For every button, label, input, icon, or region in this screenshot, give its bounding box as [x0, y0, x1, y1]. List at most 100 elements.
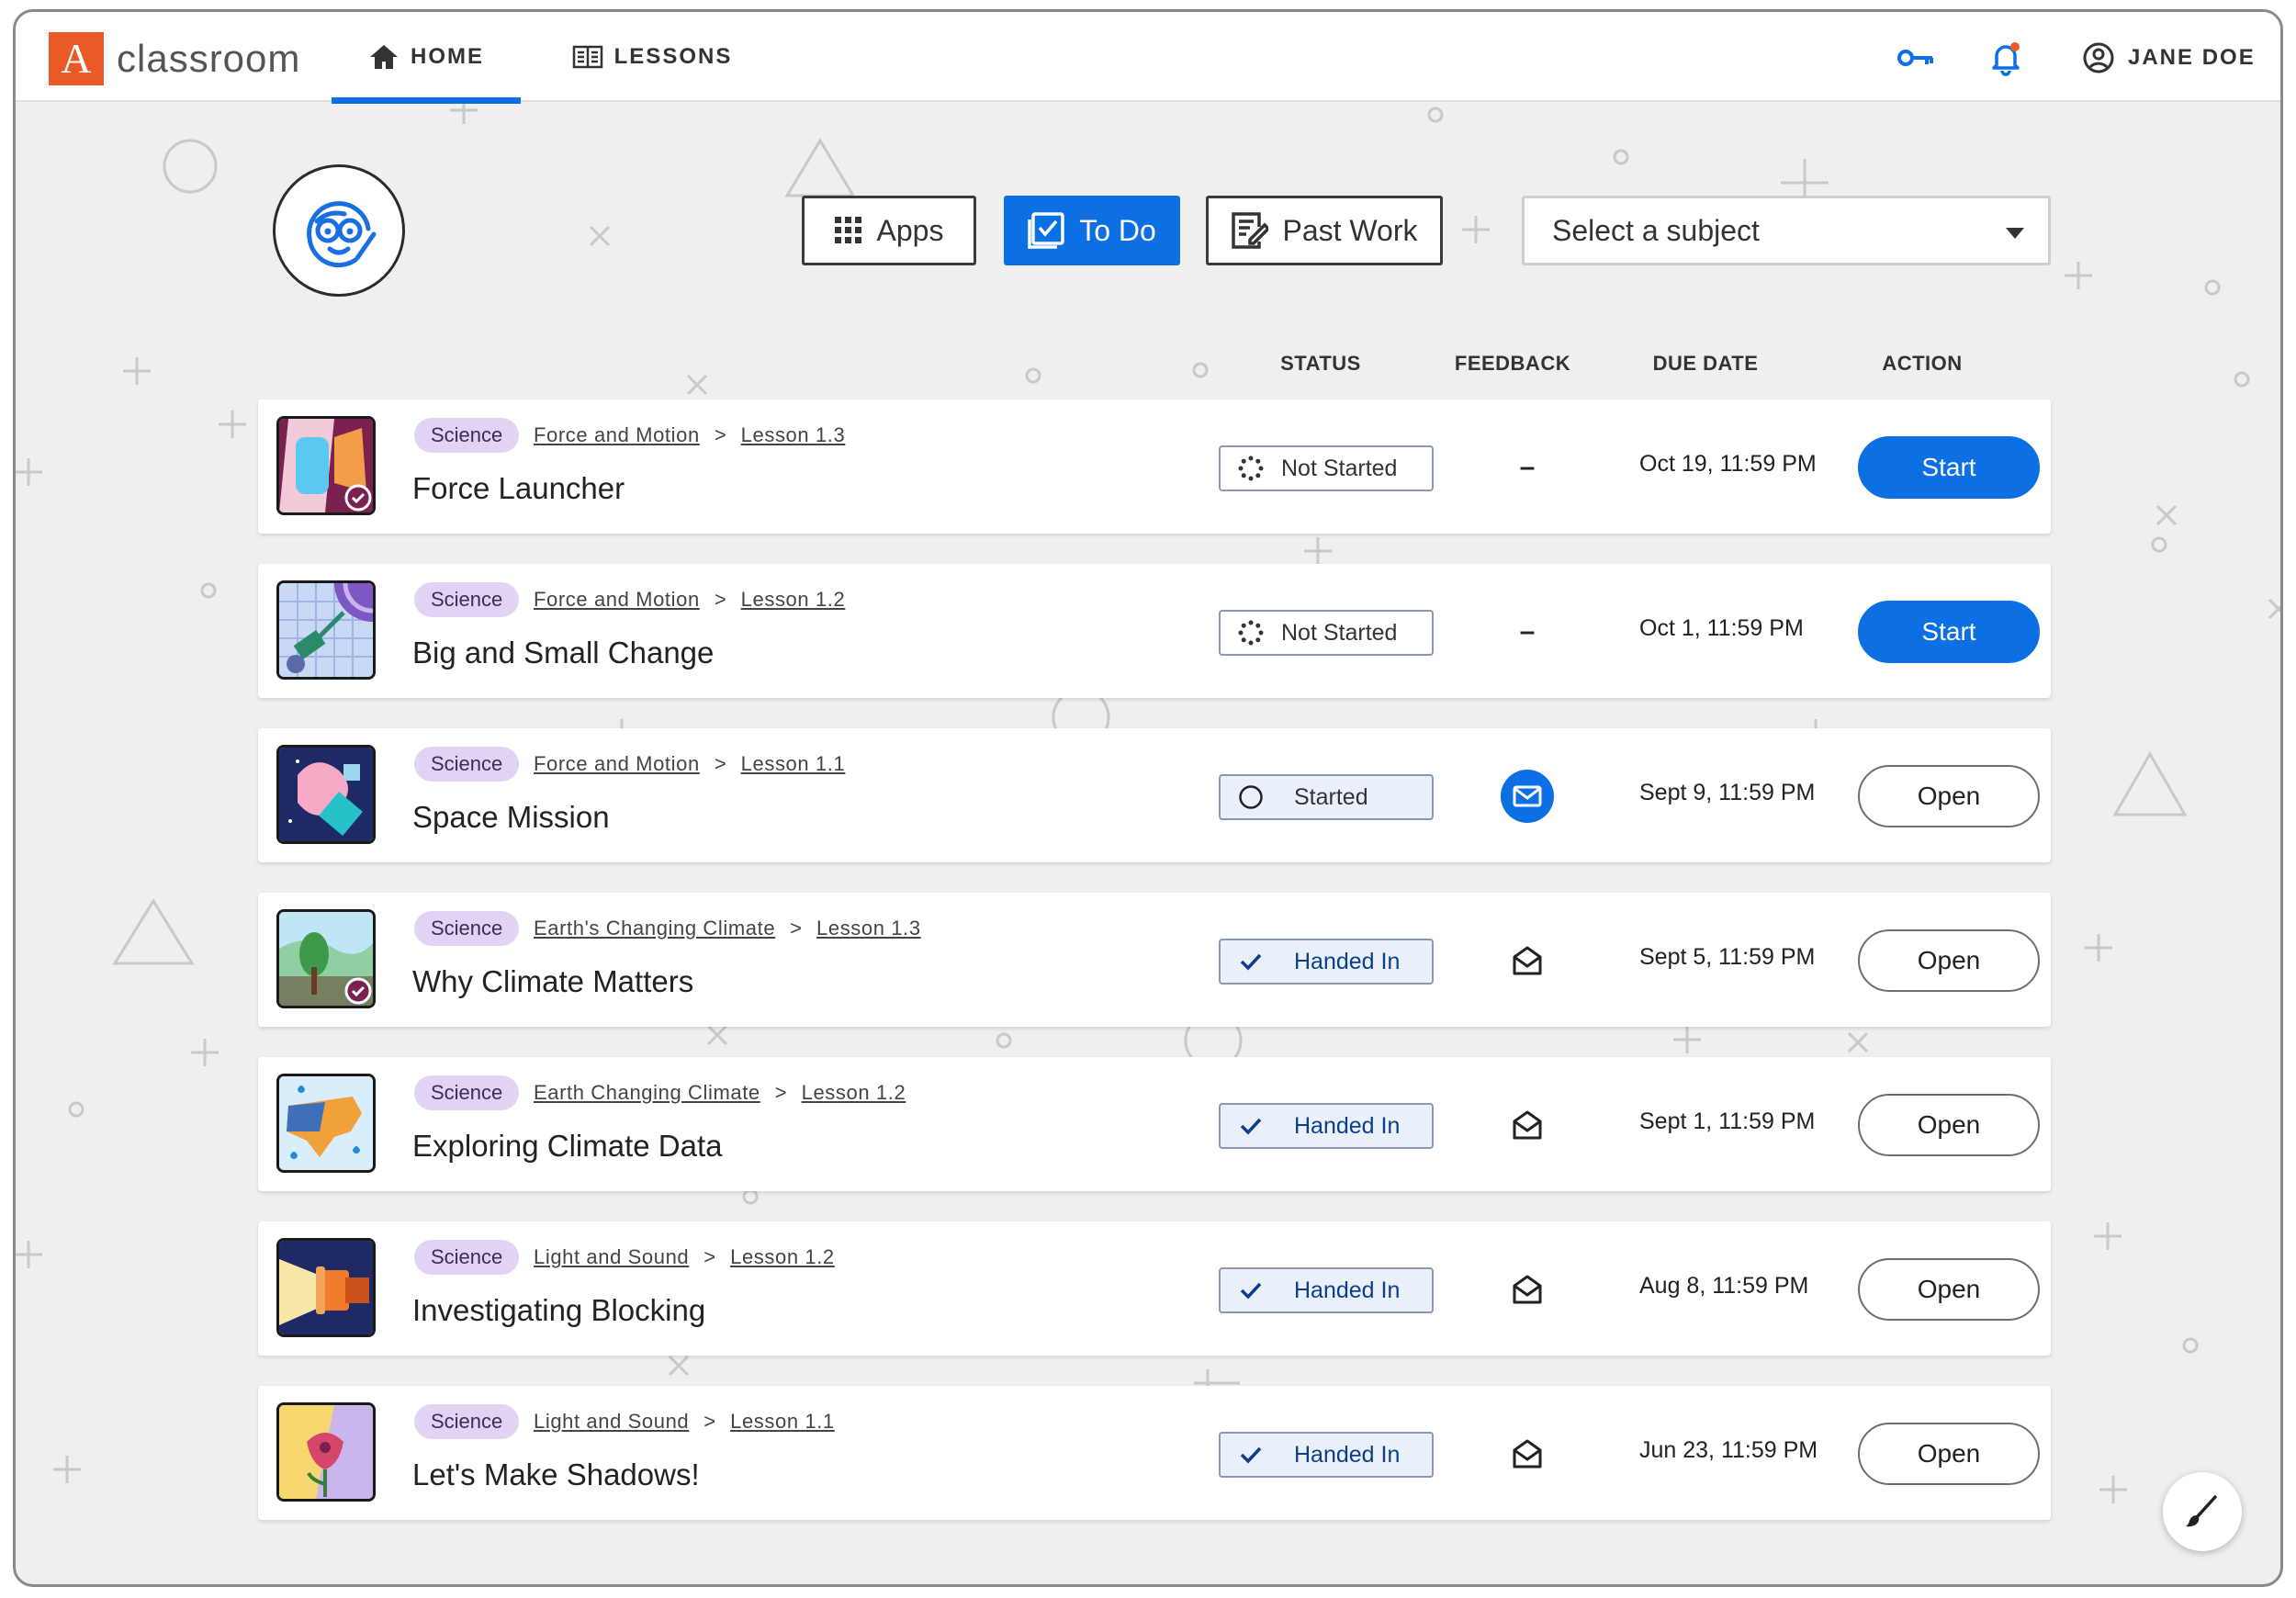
- subject-tag: Science: [414, 747, 520, 782]
- column-header-action: ACTION: [1882, 352, 1963, 375]
- paintbrush-icon: [2186, 1495, 2217, 1527]
- bell-icon[interactable]: [1985, 39, 2027, 76]
- breadcrumb: Earth's Changing Climate > Lesson 1.3: [534, 917, 921, 940]
- column-header-status: STATUS: [1280, 352, 1361, 375]
- breadcrumb-lesson-link[interactable]: Lesson 1.3: [816, 917, 921, 940]
- status-badge: Handed In: [1219, 1432, 1434, 1478]
- start-button[interactable]: Start: [1858, 601, 2040, 663]
- breadcrumb: Earth Changing Climate > Lesson 1.2: [534, 1081, 906, 1105]
- due-date: Jun 23, 11:59 PM: [1639, 1437, 1818, 1463]
- apps-label: Apps: [876, 213, 944, 247]
- breadcrumb-unit-link[interactable]: Earth Changing Climate: [534, 1081, 760, 1105]
- check-icon: [1237, 1441, 1265, 1469]
- book-icon: [572, 45, 602, 69]
- column-header-feedback: FEEDBACK: [1454, 352, 1571, 375]
- mail-open-icon[interactable]: [1500, 1426, 1555, 1481]
- status-badge: Handed In: [1219, 1267, 1434, 1313]
- assignment-row[interactable]: Science Force and Motion > Lesson 1.1 Sp…: [258, 728, 2051, 862]
- breadcrumb-lesson-link[interactable]: Lesson 1.2: [802, 1081, 906, 1105]
- lesson-thumbnail: [276, 745, 376, 844]
- breadcrumb-lesson-link[interactable]: Lesson 1.2: [741, 588, 846, 612]
- progress-dots-icon: [1237, 455, 1265, 482]
- lesson-thumbnail: [276, 1238, 376, 1337]
- mail-open-icon[interactable]: [1500, 1097, 1555, 1153]
- annotate-button[interactable]: [2163, 1472, 2242, 1551]
- logo-mark: A: [49, 32, 104, 85]
- open-button[interactable]: Open: [1858, 1094, 2040, 1156]
- student-avatar[interactable]: [273, 164, 405, 297]
- tab-home[interactable]: HOME: [332, 12, 521, 104]
- avatar-face-icon: [307, 201, 377, 268]
- user-name: JANE DOE: [2128, 45, 2256, 70]
- assignment-row[interactable]: Science Light and Sound > Lesson 1.1 Let…: [258, 1386, 2051, 1520]
- assignment-title: Exploring Climate Data: [412, 1129, 723, 1163]
- grid-icon: [834, 217, 861, 243]
- assignment-row[interactable]: Science Earth's Changing Climate > Lesso…: [258, 893, 2051, 1027]
- mail-new-icon[interactable]: [1500, 769, 1555, 824]
- subject-select[interactable]: Select a subject: [1522, 196, 2051, 265]
- status-badge: Started: [1219, 774, 1434, 820]
- breadcrumb-unit-link[interactable]: Light and Sound: [534, 1245, 689, 1269]
- checklist-icon: [1028, 212, 1064, 249]
- logo-text: classroom: [117, 37, 301, 80]
- status-label: Started: [1294, 783, 1368, 810]
- key-icon[interactable]: [1895, 39, 1937, 76]
- apps-button[interactable]: Apps: [802, 196, 976, 265]
- open-button[interactable]: Open: [1858, 1423, 2040, 1485]
- open-button[interactable]: Open: [1858, 1258, 2040, 1321]
- assignment-row[interactable]: Science Earth Changing Climate > Lesson …: [258, 1057, 2051, 1191]
- breadcrumb-lesson-link[interactable]: Lesson 1.1: [741, 752, 846, 776]
- assignment-row[interactable]: Science Light and Sound > Lesson 1.2 Inv…: [258, 1221, 2051, 1356]
- status-badge: Not Started: [1219, 445, 1434, 491]
- status-label: Not Started: [1281, 455, 1398, 481]
- assignment-row[interactable]: Science Force and Motion > Lesson 1.2 Bi…: [258, 564, 2051, 698]
- due-date: Oct 19, 11:59 PM: [1639, 451, 1817, 477]
- breadcrumb-lesson-link[interactable]: Lesson 1.3: [741, 423, 846, 447]
- status-label: Handed In: [1294, 948, 1401, 974]
- start-button[interactable]: Start: [1858, 436, 2040, 499]
- breadcrumb: Force and Motion > Lesson 1.2: [534, 588, 845, 612]
- mail-open-icon[interactable]: [1500, 933, 1555, 988]
- todo-label: To Do: [1079, 213, 1156, 247]
- tab-home-label: HOME: [411, 44, 484, 69]
- breadcrumb-separator: >: [714, 423, 726, 446]
- breadcrumb: Light and Sound > Lesson 1.1: [534, 1410, 835, 1434]
- mail-open-icon[interactable]: [1500, 1262, 1555, 1317]
- open-button[interactable]: Open: [1858, 765, 2040, 827]
- lesson-thumbnail: [276, 1402, 376, 1502]
- breadcrumb: Force and Motion > Lesson 1.1: [534, 752, 845, 776]
- column-header-due-date: DUE DATE: [1652, 352, 1759, 375]
- breadcrumb-unit-link[interactable]: Earth's Changing Climate: [534, 917, 775, 940]
- past-work-button[interactable]: Past Work: [1206, 196, 1443, 265]
- subject-tag: Science: [414, 582, 520, 617]
- todo-button[interactable]: To Do: [1004, 196, 1180, 265]
- breadcrumb-unit-link[interactable]: Light and Sound: [534, 1410, 689, 1434]
- assignment-row[interactable]: Science Force and Motion > Lesson 1.3 Fo…: [258, 400, 2051, 534]
- breadcrumb-separator: >: [714, 752, 726, 775]
- circle-icon: [1237, 783, 1265, 811]
- app-window: A classroom HOME LESSONS JANE DOE Apps T…: [13, 9, 2283, 1587]
- tab-lessons[interactable]: LESSONS: [556, 12, 748, 102]
- lesson-thumbnail: [276, 580, 376, 680]
- breadcrumb-unit-link[interactable]: Force and Motion: [534, 423, 700, 447]
- user-menu[interactable]: JANE DOE: [2082, 38, 2256, 78]
- breadcrumb-lesson-link[interactable]: Lesson 1.1: [730, 1410, 835, 1434]
- status-badge: Handed In: [1219, 939, 1434, 985]
- assignment-title: Big and Small Change: [412, 636, 715, 670]
- breadcrumb-unit-link[interactable]: Force and Motion: [534, 588, 700, 612]
- subject-tag: Science: [414, 418, 520, 453]
- chevron-down-icon: [2006, 228, 2024, 239]
- assignment-list: Science Force and Motion > Lesson 1.3 Fo…: [258, 400, 2051, 1550]
- subject-tag: Science: [414, 911, 520, 946]
- due-date: Sept 1, 11:59 PM: [1639, 1108, 1816, 1134]
- status-label: Not Started: [1281, 619, 1398, 646]
- breadcrumb-unit-link[interactable]: Force and Motion: [534, 752, 700, 776]
- user-avatar-icon: [2083, 42, 2114, 73]
- app-logo[interactable]: A classroom: [49, 32, 300, 85]
- subject-tag: Science: [414, 1404, 520, 1439]
- breadcrumb-lesson-link[interactable]: Lesson 1.2: [730, 1245, 835, 1269]
- past-work-label: Past Work: [1282, 213, 1418, 247]
- open-button[interactable]: Open: [1858, 929, 2040, 992]
- due-date: Sept 5, 11:59 PM: [1639, 944, 1816, 970]
- assignment-title: Let's Make Shadows!: [412, 1457, 700, 1491]
